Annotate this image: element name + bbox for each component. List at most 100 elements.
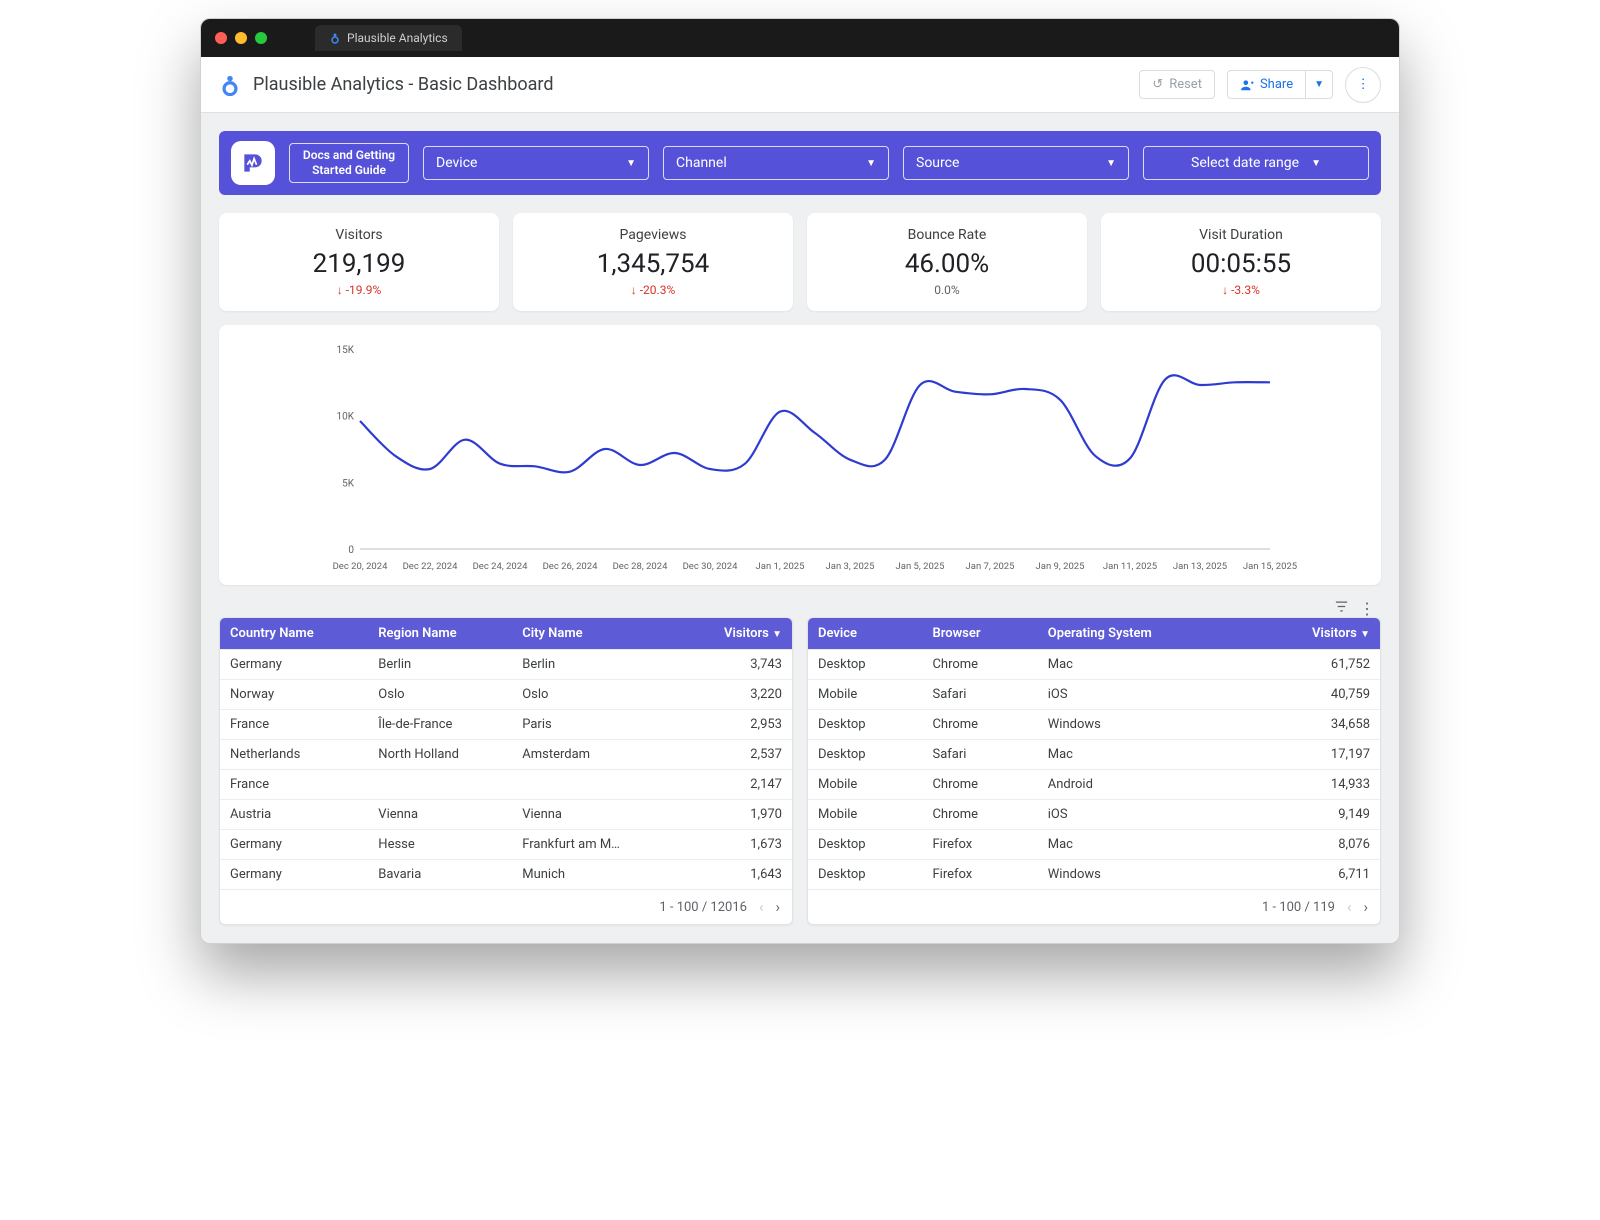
window-zoom-icon[interactable]: [255, 32, 267, 44]
visitors-chart[interactable]: 05K10K15KDec 20, 2024Dec 22, 2024Dec 24,…: [219, 325, 1381, 585]
table-cell: France: [220, 770, 368, 800]
docs-button[interactable]: Docs and Getting Started Guide: [289, 143, 409, 183]
table-cell: 1,970: [680, 800, 792, 830]
geo-table[interactable]: Country NameRegion NameCity NameVisitors…: [220, 618, 792, 889]
table-header[interactable]: City Name: [512, 618, 680, 650]
prev-page-button[interactable]: ‹: [1347, 898, 1352, 916]
table-cell: iOS: [1038, 680, 1248, 710]
x-tick-label: Jan 7, 2025: [966, 561, 1015, 572]
table-header[interactable]: Browser: [922, 618, 1037, 650]
next-page-button[interactable]: ›: [775, 898, 780, 916]
table-row[interactable]: DesktopChromeMac61,752: [808, 650, 1380, 680]
table-cell: Île-de-France: [368, 710, 512, 740]
plausible-logo-icon: [231, 141, 275, 185]
chevron-down-icon: ▼: [626, 158, 636, 169]
page-title: Plausible Analytics - Basic Dashboard: [253, 74, 553, 95]
table-row[interactable]: AustriaViennaVienna1,970: [220, 800, 792, 830]
y-tick-label: 5K: [342, 478, 355, 489]
filter-bar: Docs and Getting Started Guide Device ▼ …: [219, 131, 1381, 195]
window-minimize-icon[interactable]: [235, 32, 247, 44]
table-cell: 2,147: [680, 770, 792, 800]
looker-studio-icon: [219, 74, 241, 96]
share-button-group: Share ▼: [1227, 70, 1333, 99]
y-tick-label: 10K: [336, 412, 354, 423]
stat-card[interactable]: Bounce Rate 46.00% 0.0%: [807, 213, 1087, 311]
table-cell: Berlin: [512, 650, 680, 680]
table-row[interactable]: MobileSafariiOS40,759: [808, 680, 1380, 710]
window-close-icon[interactable]: [215, 32, 227, 44]
stat-delta: ↓ -3.3%: [1111, 283, 1371, 297]
table-header[interactable]: Operating System: [1038, 618, 1248, 650]
share-dropdown-button[interactable]: ▼: [1306, 70, 1333, 99]
table-row[interactable]: GermanyBavariaMunich1,643: [220, 860, 792, 890]
table-cell: 8,076: [1248, 830, 1380, 860]
chevron-down-icon: ▼: [1314, 79, 1324, 90]
table-row[interactable]: FranceÎle-de-FranceParis2,953: [220, 710, 792, 740]
y-tick-label: 0: [348, 545, 354, 556]
stat-delta: ↓ -19.9%: [229, 283, 489, 297]
table-cell: [512, 770, 680, 800]
reset-button[interactable]: ↺ Reset: [1139, 70, 1215, 99]
table-cell: Firefox: [922, 830, 1037, 860]
x-tick-label: Jan 15, 2025: [1243, 561, 1297, 572]
reset-label: Reset: [1169, 77, 1202, 92]
stat-card[interactable]: Visit Duration 00:05:55 ↓ -3.3%: [1101, 213, 1381, 311]
table-row[interactable]: DesktopChromeWindows34,658: [808, 710, 1380, 740]
table-cell: Chrome: [922, 800, 1037, 830]
table-cell: Norway: [220, 680, 368, 710]
table-cell: Desktop: [808, 710, 922, 740]
x-tick-label: Dec 22, 2024: [403, 561, 459, 572]
x-tick-label: Jan 13, 2025: [1173, 561, 1227, 572]
table-cell: [368, 770, 512, 800]
table-cell: Desktop: [808, 860, 922, 890]
table-header[interactable]: Visitors ▼: [1248, 618, 1380, 650]
table-row[interactable]: NorwayOsloOslo3,220: [220, 680, 792, 710]
tab-title: Plausible Analytics: [347, 31, 448, 45]
chevron-down-icon: ▼: [1106, 158, 1116, 169]
table-cell: Netherlands: [220, 740, 368, 770]
table-cell: Mobile: [808, 770, 922, 800]
more-options-button[interactable]: ⋮: [1345, 67, 1381, 103]
more-vert-icon[interactable]: ⋮: [1359, 599, 1375, 615]
device-table[interactable]: DeviceBrowserOperating SystemVisitors ▼ …: [808, 618, 1380, 889]
date-range-filter[interactable]: Select date range ▼: [1143, 146, 1369, 180]
channel-filter-label: Channel: [676, 155, 727, 171]
table-cell: Germany: [220, 650, 368, 680]
table-cell: 3,220: [680, 680, 792, 710]
table-header[interactable]: Visitors ▼: [680, 618, 792, 650]
table-header[interactable]: Country Name: [220, 618, 368, 650]
source-filter[interactable]: Source ▼: [903, 146, 1129, 180]
device-filter[interactable]: Device ▼: [423, 146, 649, 180]
browser-tab[interactable]: Plausible Analytics: [315, 25, 462, 51]
table-row[interactable]: MobileChromeAndroid14,933: [808, 770, 1380, 800]
x-tick-label: Jan 9, 2025: [1036, 561, 1085, 572]
filter-icon[interactable]: [1334, 599, 1349, 615]
table-cell: Firefox: [922, 860, 1037, 890]
table-row[interactable]: France 2,147: [220, 770, 792, 800]
table-row[interactable]: DesktopFirefoxMac8,076: [808, 830, 1380, 860]
next-page-button[interactable]: ›: [1363, 898, 1368, 916]
share-button[interactable]: Share: [1227, 70, 1306, 99]
table-row[interactable]: DesktopSafariMac17,197: [808, 740, 1380, 770]
table-cell: Chrome: [922, 650, 1037, 680]
table-cell: Bavaria: [368, 860, 512, 890]
table-row[interactable]: GermanyHesseFrankfurt am M…1,673: [220, 830, 792, 860]
stat-card[interactable]: Pageviews 1,345,754 ↓ -20.3%: [513, 213, 793, 311]
table-row[interactable]: MobileChromeiOS9,149: [808, 800, 1380, 830]
table-header[interactable]: Region Name: [368, 618, 512, 650]
table-row[interactable]: NetherlandsNorth HollandAmsterdam2,537: [220, 740, 792, 770]
x-tick-label: Dec 26, 2024: [543, 561, 599, 572]
table-cell: Hesse: [368, 830, 512, 860]
table-row[interactable]: GermanyBerlinBerlin3,743: [220, 650, 792, 680]
table-cell: 40,759: [1248, 680, 1380, 710]
date-range-label: Select date range: [1191, 155, 1299, 171]
prev-page-button[interactable]: ‹: [759, 898, 764, 916]
table-cell: North Holland: [368, 740, 512, 770]
more-vert-icon: ⋮: [1356, 77, 1369, 92]
channel-filter[interactable]: Channel ▼: [663, 146, 889, 180]
stat-card[interactable]: Visitors 219,199 ↓ -19.9%: [219, 213, 499, 311]
table-cell: 2,953: [680, 710, 792, 740]
table-header[interactable]: Device: [808, 618, 922, 650]
x-tick-label: Jan 1, 2025: [756, 561, 805, 572]
table-row[interactable]: DesktopFirefoxWindows6,711: [808, 860, 1380, 890]
